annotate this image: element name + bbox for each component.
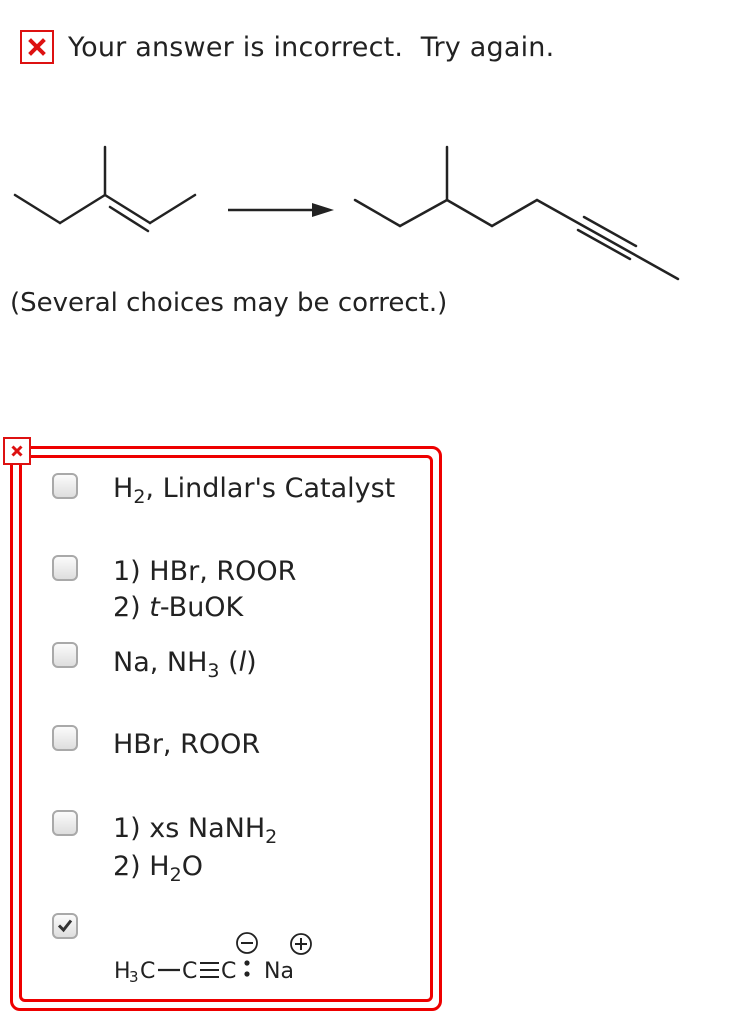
positive-charge-icon [290,933,312,955]
checkbox[interactable] [52,473,78,499]
checkbox[interactable] [52,810,78,836]
checkbox[interactable] [52,555,78,581]
answer-choices-frame: H2, Lindlar's Catalyst 1) HBr, ROOR 2) t… [10,446,442,1011]
propynyl-sodium-formula: H 3 C C C Na [114,932,312,986]
reaction-scheme [13,145,680,281]
choice-label: 1) HBr, ROOR 2) t-BuOK [113,556,297,623]
feedback-banner: Your answer is incorrect. Try again. [20,26,554,68]
formula-na: Na [264,959,294,984]
choice-label: 1) xs NaNH2 2) H2O [113,813,278,886]
formula-c3: C [221,959,236,984]
formula-c1: C [140,959,155,984]
lone-pair [244,960,250,977]
answer-choices-list: H2, Lindlar's Catalyst 1) HBr, ROOR 2) t… [19,455,433,1002]
reaction-arrow-icon [228,203,334,217]
formula-c2: C [182,959,197,984]
error-mark-icon [3,437,31,465]
choice-label: Na, NH3 (l) [113,647,257,682]
checkbox[interactable] [52,725,78,751]
checkmark-icon [57,919,73,933]
instruction-text: (Several choices may be correct.) [10,288,448,318]
negative-charge-icon [236,932,258,954]
choice-label: HBr, ROOR [113,729,261,760]
checkbox-checked[interactable] [52,913,78,939]
triple-bond [200,962,219,978]
x-mark-icon [20,30,54,64]
product-alkyne-structure [353,145,680,281]
starting-alkene-structure [13,145,197,233]
choice-label: H2, Lindlar's Catalyst [113,473,396,508]
formula-subscript: 3 [129,968,139,986]
checkbox[interactable] [52,642,78,668]
feedback-text: Your answer is incorrect. Try again. [68,31,555,63]
